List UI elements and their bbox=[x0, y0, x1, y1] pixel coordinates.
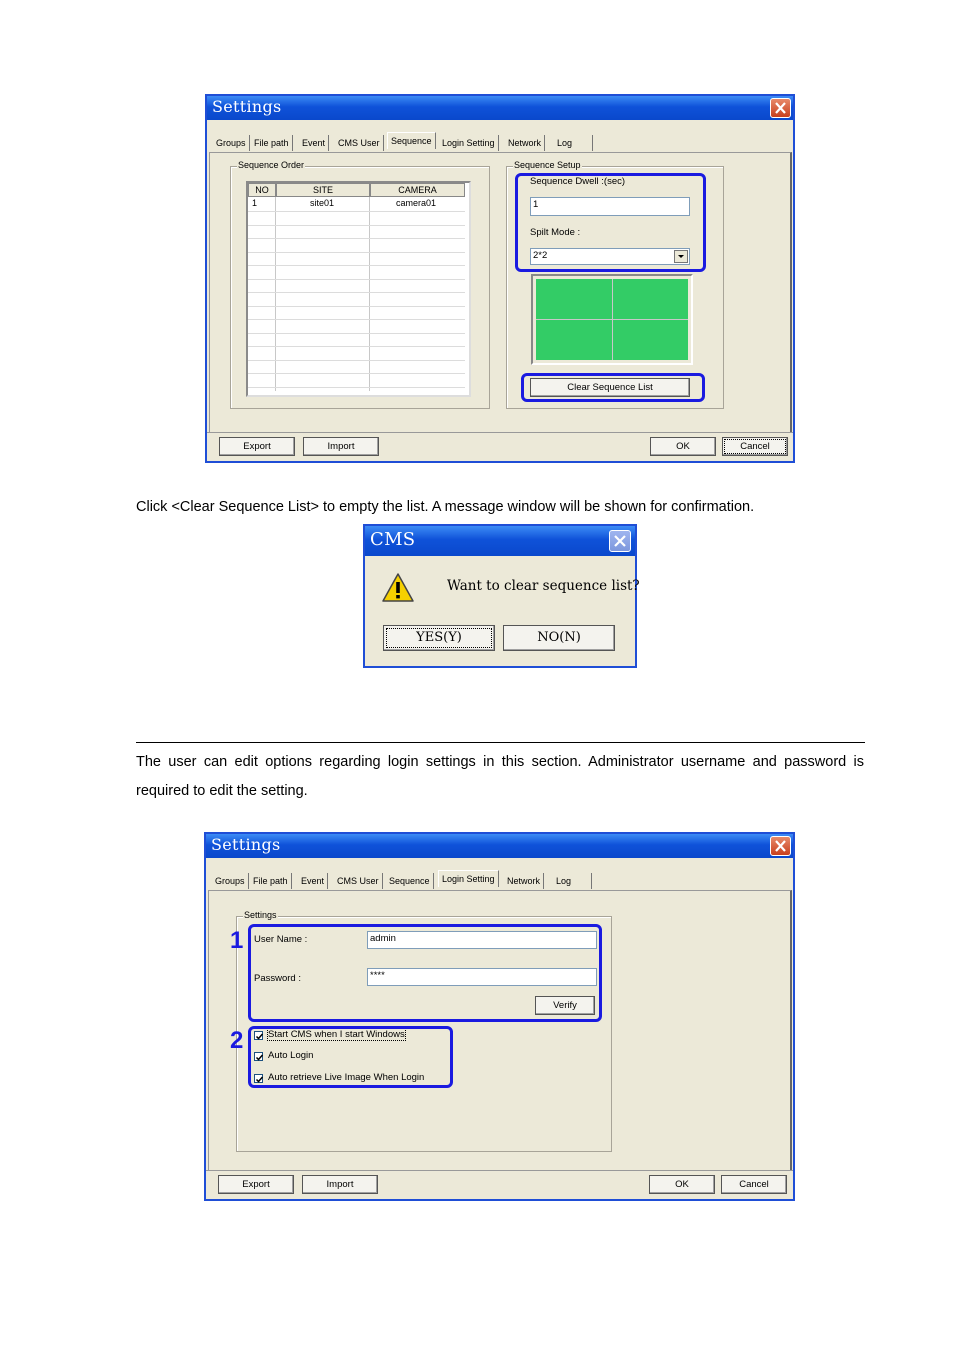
tab-cms-user[interactable]: CMS User bbox=[334, 873, 383, 889]
cell-no: 1 bbox=[252, 198, 258, 208]
export-button[interactable]: Export bbox=[218, 1175, 294, 1194]
table-row[interactable]: 1 site01 camera01 bbox=[248, 197, 465, 211]
highlight-box bbox=[515, 173, 706, 272]
tab-event[interactable]: Event bbox=[299, 135, 330, 151]
preview-cell bbox=[612, 320, 688, 360]
highlight-box bbox=[521, 373, 705, 402]
sequence-order-legend: Sequence Order bbox=[237, 160, 306, 170]
confirm-message: Want to clear sequence list? bbox=[447, 578, 640, 594]
section-divider bbox=[136, 742, 865, 743]
tab-log[interactable]: Log bbox=[553, 873, 592, 889]
export-button[interactable]: Export bbox=[219, 437, 295, 456]
dialog-title: Settings bbox=[211, 835, 281, 854]
table-row-line bbox=[248, 386, 465, 388]
close-icon bbox=[775, 102, 786, 114]
tab-network[interactable]: Network bbox=[504, 873, 545, 889]
tab-log[interactable]: Log bbox=[554, 135, 593, 151]
highlight-box bbox=[248, 1026, 453, 1088]
highlight-box bbox=[248, 924, 602, 1022]
close-button[interactable] bbox=[770, 98, 791, 118]
ok-button[interactable]: OK bbox=[649, 1175, 715, 1194]
table-row-line bbox=[248, 332, 465, 334]
cms-confirm-dialog: CMS Want to clear sequence list? YES(Y) … bbox=[363, 524, 640, 668]
settings-dialog-sequence: Settings Groups File path Event CMS User… bbox=[205, 94, 795, 463]
tab-groups[interactable]: Groups bbox=[213, 135, 250, 151]
close-button[interactable] bbox=[609, 530, 631, 552]
import-button[interactable]: Import bbox=[303, 437, 379, 456]
tab-sequence[interactable]: Sequence bbox=[386, 873, 434, 889]
instruction-text: Click <Clear Sequence List> to empty the… bbox=[136, 499, 755, 515]
title-bar[interactable]: Settings bbox=[206, 834, 793, 858]
title-bar[interactable]: Settings bbox=[207, 96, 793, 120]
table-divider bbox=[369, 197, 370, 391]
tab-login-setting[interactable]: Login Setting bbox=[439, 135, 499, 151]
import-button[interactable]: Import bbox=[302, 1175, 378, 1194]
table-row-line bbox=[248, 238, 465, 239]
warning-icon bbox=[382, 573, 414, 602]
ok-button[interactable]: OK bbox=[650, 437, 716, 456]
close-button[interactable] bbox=[770, 836, 791, 856]
preview-grid bbox=[536, 279, 688, 360]
tab-groups[interactable]: Groups bbox=[212, 873, 249, 889]
dialog-title: CMS bbox=[370, 529, 416, 550]
sequence-setup-legend: Sequence Setup bbox=[513, 160, 582, 170]
settings-dialog-login: Settings Groups File path Event CMS User… bbox=[204, 832, 795, 1201]
tab-login-setting[interactable]: Login Setting bbox=[438, 870, 499, 887]
cell-site: site01 bbox=[310, 198, 335, 208]
dialog-title: Settings bbox=[212, 97, 282, 116]
tab-network[interactable]: Network bbox=[505, 135, 546, 151]
table-row-line bbox=[248, 224, 465, 226]
table-row-line bbox=[248, 265, 465, 266]
tab-cms-user[interactable]: CMS User bbox=[335, 135, 384, 151]
settings-legend: Settings bbox=[243, 910, 278, 920]
column-header-site[interactable]: SITE bbox=[276, 183, 370, 197]
marker-2: 2 bbox=[230, 1027, 244, 1054]
divider bbox=[206, 1170, 793, 1171]
table-row-line bbox=[248, 319, 465, 320]
tab-file-path[interactable]: File path bbox=[251, 135, 293, 151]
tab-file-path[interactable]: File path bbox=[250, 873, 292, 889]
preview-cell bbox=[536, 279, 612, 319]
table-row-line bbox=[248, 373, 465, 374]
divider bbox=[207, 432, 793, 433]
table-row-line bbox=[248, 305, 465, 307]
column-header-camera[interactable]: CAMERA bbox=[370, 183, 465, 197]
preview-cell bbox=[536, 320, 612, 360]
column-header-no[interactable]: NO bbox=[248, 183, 276, 197]
table-row-line bbox=[248, 346, 465, 347]
table-row-line bbox=[248, 359, 465, 361]
tab-sequence[interactable]: Sequence bbox=[387, 132, 436, 149]
table-row-line bbox=[248, 251, 465, 253]
close-icon bbox=[614, 535, 626, 547]
sequence-table: NO SITE CAMERA 1 site01 camera01 bbox=[246, 181, 471, 397]
table-divider bbox=[275, 197, 276, 391]
yes-button[interactable]: YES(Y) bbox=[383, 625, 495, 651]
table-row-line bbox=[248, 292, 465, 293]
login-description: The user can edit options regarding logi… bbox=[136, 754, 864, 799]
cancel-button[interactable]: Cancel bbox=[721, 1175, 787, 1194]
marker-1: 1 bbox=[230, 927, 244, 954]
cancel-button[interactable]: Cancel bbox=[722, 437, 788, 456]
close-icon bbox=[775, 840, 786, 852]
tab-event[interactable]: Event bbox=[298, 873, 329, 889]
table-row-line bbox=[248, 211, 465, 212]
table-row-line bbox=[248, 278, 465, 280]
split-preview bbox=[531, 274, 693, 365]
preview-cell bbox=[612, 279, 688, 319]
no-button[interactable]: NO(N) bbox=[503, 625, 615, 651]
cell-camera: camera01 bbox=[396, 198, 437, 208]
title-bar[interactable]: CMS bbox=[365, 526, 635, 556]
